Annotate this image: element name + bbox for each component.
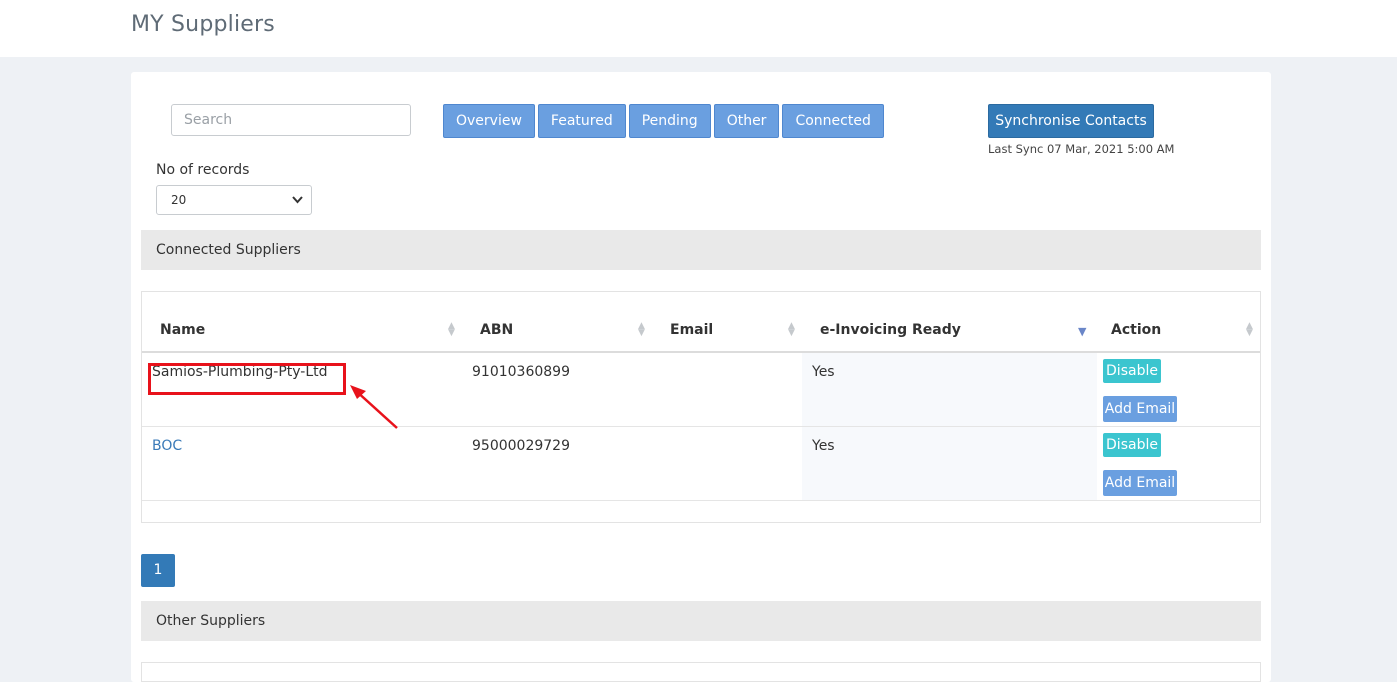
highlight-box — [148, 363, 346, 395]
search-input[interactable] — [171, 104, 411, 136]
disable-button[interactable]: Disable — [1103, 433, 1161, 457]
supplier-name[interactable]: Samios-Plumbing-Pty-Ltd — [148, 363, 398, 429]
column-header-email[interactable]: Email — [670, 322, 713, 338]
tab-connected[interactable]: Connected — [782, 104, 884, 138]
connected-suppliers-header: Connected Suppliers — [141, 230, 1261, 270]
supplier-abn: 91010360899 — [472, 364, 570, 380]
tab-other[interactable]: Other — [713, 104, 780, 138]
table-row: BOC 95000029729 Yes Disable Add Email — [142, 427, 1260, 501]
synchronise-contacts-button[interactable]: Synchronise Contacts — [988, 104, 1154, 138]
column-header-einvoicing[interactable]: e-Invoicing Ready — [820, 322, 961, 338]
last-sync-text: Last Sync 07 Mar, 2021 5:00 AM — [988, 142, 1175, 156]
add-email-button[interactable]: Add Email — [1103, 470, 1177, 496]
pagination-page-button[interactable]: 1 — [141, 554, 175, 587]
supplier-name-link[interactable]: BOC — [152, 438, 182, 454]
chevron-down-icon — [292, 186, 303, 225]
records-select-value: 20 — [171, 193, 187, 207]
filter-tabs: Overview Featured Pending Other Connecte… — [443, 104, 884, 138]
sorted-column-shade — [802, 353, 1097, 426]
table-row: Samios-Plumbing-Pty-Ltd 91010360899 Yes … — [142, 353, 1260, 429]
sort-icon[interactable]: ▲ ▼ — [788, 322, 795, 338]
sorted-column-shade — [802, 427, 1097, 500]
supplier-einvoicing: Yes — [812, 364, 835, 380]
top-bar: MY Suppliers — [0, 0, 1397, 57]
annotation-arrow-icon — [350, 385, 398, 429]
other-suppliers-header: Other Suppliers — [141, 601, 1261, 641]
sort-icon[interactable]: ▲ ▼ — [638, 322, 645, 338]
other-suppliers-table — [141, 662, 1261, 682]
page-title: MY Suppliers — [131, 12, 275, 37]
sort-icon[interactable]: ▲ ▼ — [1246, 322, 1253, 338]
tab-featured[interactable]: Featured — [537, 104, 626, 138]
suppliers-card: Overview Featured Pending Other Connecte… — [131, 72, 1271, 682]
supplier-abn: 95000029729 — [472, 438, 570, 454]
add-email-button[interactable]: Add Email — [1103, 396, 1177, 422]
column-header-action[interactable]: Action — [1111, 322, 1161, 338]
sort-desc-icon[interactable]: ▼ — [1078, 326, 1086, 337]
records-label: No of records — [156, 162, 250, 178]
disable-button[interactable]: Disable — [1103, 359, 1161, 383]
connected-suppliers-table: Name ▲ ▼ ABN ▲ ▼ Email ▲ ▼ e-Invoicing Read… — [141, 291, 1261, 523]
tab-pending[interactable]: Pending — [628, 104, 711, 138]
column-header-name[interactable]: Name — [160, 322, 205, 338]
supplier-einvoicing: Yes — [812, 438, 835, 454]
column-header-abn[interactable]: ABN — [480, 322, 513, 338]
tab-overview[interactable]: Overview — [443, 104, 535, 138]
records-select[interactable]: 20 — [156, 185, 312, 215]
sort-icon[interactable]: ▲ ▼ — [448, 322, 455, 338]
